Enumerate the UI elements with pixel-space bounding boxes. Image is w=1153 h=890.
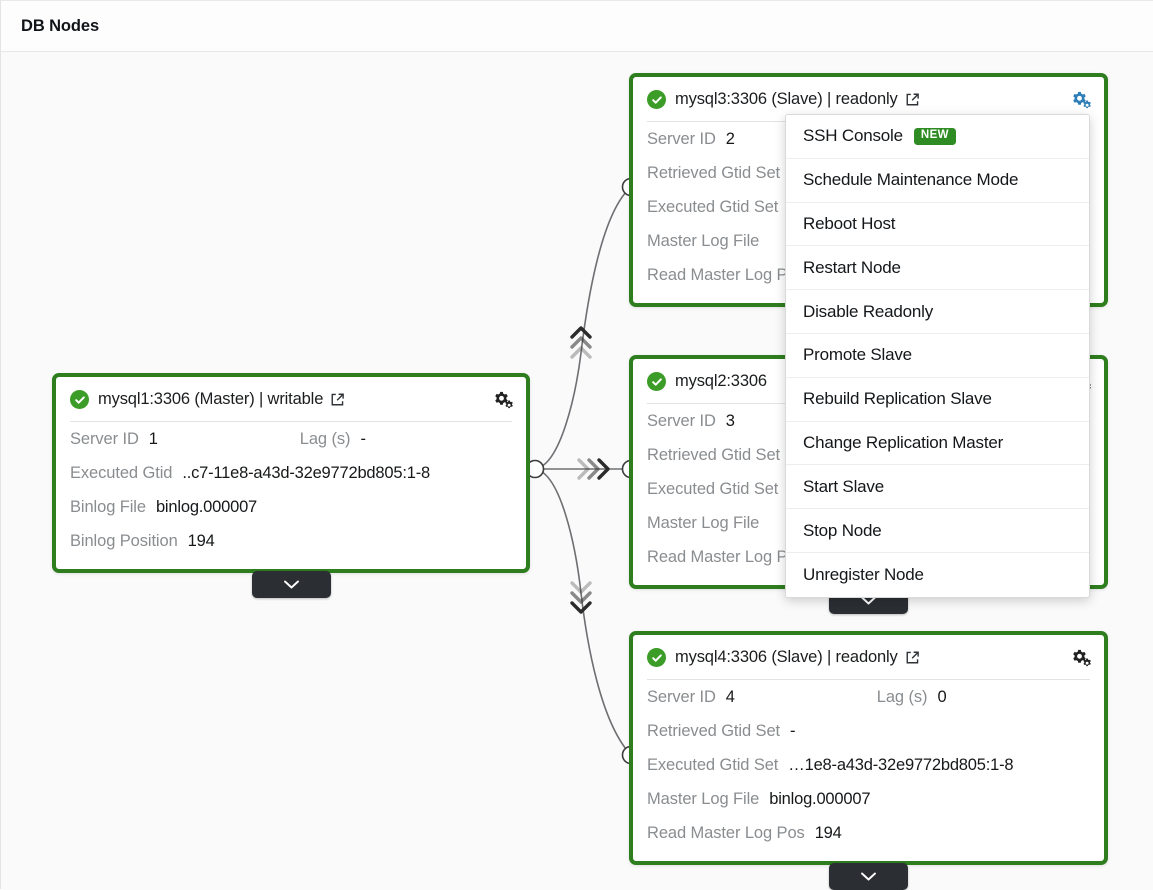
row-label: Server ID [647,412,716,430]
menu-item-ssh-console[interactable]: SSH Console NEW [786,115,1089,159]
row-value: 194 [814,824,842,842]
menu-item-rebuild-replication-slave[interactable]: Rebuild Replication Slave [786,377,1089,422]
menu-item-schedule-maintenance-mode[interactable]: Schedule Maintenance Mode [786,158,1089,203]
node-header-mysql1: mysql1:3306 (Master) | writable [56,377,526,422]
menu-item-label: Schedule Maintenance Mode [803,170,1019,190]
panel-header: DB Nodes [1,1,1153,52]
row-value: binlog.000007 [769,790,871,808]
row-label: Binlog File [70,498,146,516]
node-header-mysql4: mysql4:3306 (Slave) | readonly [633,635,1104,680]
menu-item-disable-readonly[interactable]: Disable Readonly [786,290,1089,334]
edge-arrow-right [577,458,610,480]
row-value: binlog.000007 [155,498,258,516]
row-label: Master Log File [647,232,760,250]
node-actions-gear-icon[interactable] [1070,90,1092,110]
row-label: Retrieved Gtid Set [647,722,781,740]
row-value: 3 [725,412,735,430]
page-title: DB Nodes [21,17,100,35]
external-link-icon[interactable] [905,650,920,665]
node-row: Read Master Log Pos 194 [633,824,1104,858]
menu-item-label: Rebuild Replication Slave [803,389,992,409]
menu-item-label: Unregister Node [803,564,924,584]
menu-item-label: Start Slave [803,476,884,496]
status-ok-icon [647,90,666,109]
row-label: Retrieved Gtid Set [647,446,781,464]
node-body-mysql4: Server ID 4 Lag (s) 0 Retrieved Gtid Set… [633,680,1104,868]
node-card-mysql4[interactable]: mysql4:3306 (Slave) | readonly Server ID… [629,631,1108,865]
node-row: Executed Gtid ..c7-11e8-a43d-32e9772bd80… [56,464,526,498]
menu-item-label: Promote Slave [803,345,912,365]
external-link-icon[interactable] [330,392,345,407]
new-badge: NEW [913,127,956,145]
row-value-lag: 0 [937,688,947,706]
row-label: Executed Gtid Set [647,198,779,216]
menu-item-label: Restart Node [803,257,901,277]
menu-item-promote-slave[interactable]: Promote Slave [786,333,1089,378]
node-title: mysql4:3306 (Slave) | readonly [675,648,898,666]
row-label: Read Master Log Pos [647,548,805,566]
edge-arrow-up [570,326,592,359]
node-card-mysql1[interactable]: mysql1:3306 (Master) | writable Server I… [52,373,530,573]
node-title: mysql3:3306 (Slave) | readonly [675,90,898,108]
row-label-lag: Lag (s) [299,430,351,448]
menu-item-reboot-host[interactable]: Reboot Host [786,202,1089,247]
row-value: 194 [187,532,215,550]
menu-item-label: Stop Node [803,520,882,540]
row-label: Read Master Log Pos [647,266,805,284]
node-actions-gear-icon[interactable] [1070,648,1092,668]
topology-canvas: mysql3:3306 (Slave) | readonly Server ID… [1,53,1153,890]
row-value-lag: - [360,430,366,448]
row-label: Server ID [647,130,716,148]
node-row: Executed Gtid Set …1e8-a43d-32e9772bd805… [633,756,1104,790]
header-divider [647,679,1090,680]
db-nodes-panel: DB Nodes mysql3:3306 (Slave) | readonly … [0,0,1153,890]
row-label: Binlog Position [70,532,178,550]
menu-item-unregister-node[interactable]: Unregister Node [786,552,1089,597]
node-title: mysql2:3306 [675,372,767,390]
node-body-mysql1: Server ID 1 Lag (s) - Executed Gtid ..c7… [56,422,526,576]
node-row: Server ID 4 Lag (s) 0 [633,688,1104,722]
menu-item-change-replication-master[interactable]: Change Replication Master [786,421,1089,466]
collapse-toggle-mysql4[interactable] [829,863,908,890]
row-label: Master Log File [647,790,760,808]
node-actions-menu[interactable]: SSH Console NEW Schedule Maintenance Mod… [785,114,1090,598]
menu-item-label: Disable Readonly [803,301,934,321]
menu-item-stop-node[interactable]: Stop Node [786,509,1089,553]
row-value: 4 [725,688,735,706]
row-label: Retrieved Gtid Set [647,164,781,182]
row-value: - [790,722,796,740]
status-ok-icon [70,390,89,409]
node-actions-gear-icon[interactable] [492,390,514,410]
row-label: Read Master Log Pos [647,824,805,842]
menu-item-label: Reboot Host [803,213,896,233]
external-link-icon[interactable] [905,92,920,107]
node-row: Binlog File binlog.000007 [56,498,526,532]
node-row: Server ID 1 Lag (s) - [56,430,526,464]
menu-item-restart-node[interactable]: Restart Node [786,246,1089,291]
node-row: Binlog Position 194 [56,532,526,566]
row-value: 1 [148,430,158,448]
status-ok-icon [647,372,666,391]
edge-arrow-down [570,581,592,614]
node-row: Master Log File binlog.000007 [633,790,1104,824]
header-divider [70,421,512,422]
row-value: 2 [725,130,735,148]
row-label: Master Log File [647,514,760,532]
node-row: Retrieved Gtid Set - [633,722,1104,756]
node-title: mysql1:3306 (Master) | writable [98,390,324,408]
row-label: Executed Gtid Set [647,756,779,774]
collapse-toggle-mysql1[interactable] [252,571,331,598]
row-value: …1e8-a43d-32e9772bd805:1-8 [788,756,1014,774]
row-value: ..c7-11e8-a43d-32e9772bd805:1-8 [182,464,430,482]
row-label: Server ID [647,688,716,706]
row-label: Executed Gtid [70,464,173,482]
row-label: Server ID [70,430,139,448]
menu-item-start-slave[interactable]: Start Slave [786,465,1089,510]
status-ok-icon [647,648,666,667]
row-label: Executed Gtid Set [647,480,779,498]
menu-item-label: SSH Console [803,126,903,146]
menu-item-label: Change Replication Master [803,432,1004,452]
row-label-lag: Lag (s) [876,688,928,706]
